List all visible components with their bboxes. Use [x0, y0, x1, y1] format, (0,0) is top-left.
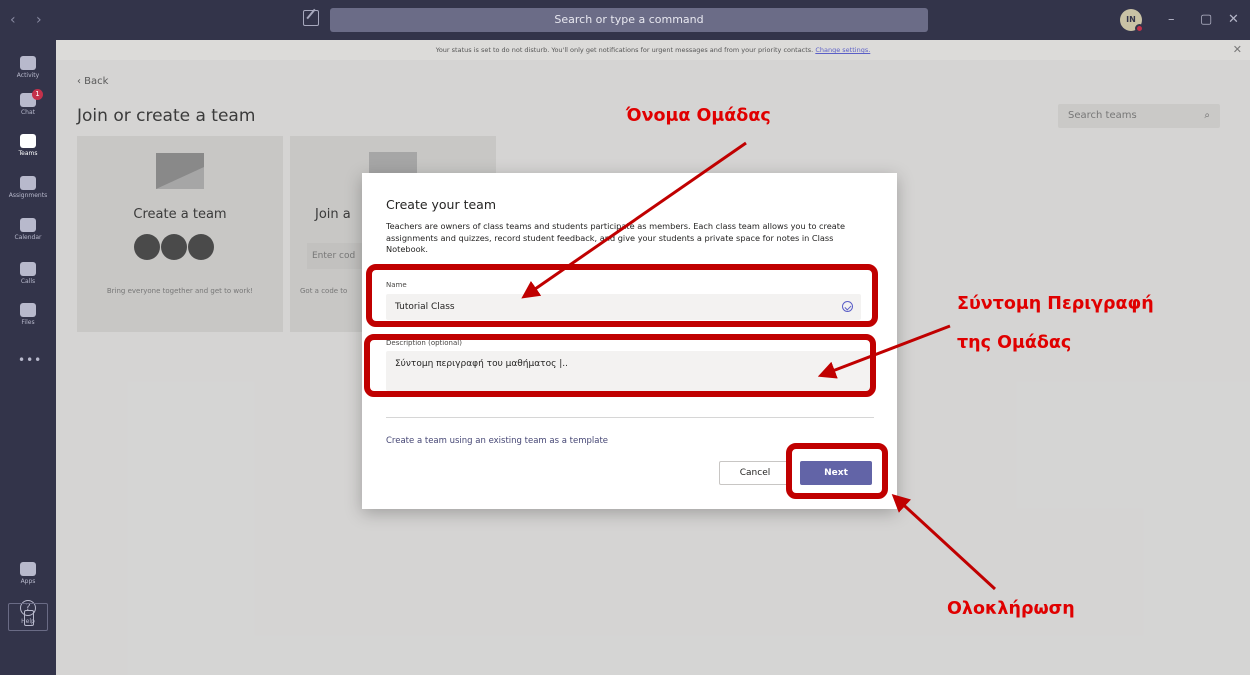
command-search-bar[interactable]: Search or type a command: [330, 8, 928, 32]
rail-label-files: Files: [21, 319, 35, 326]
notice-text: Your status is set to do not disturb. Yo…: [435, 46, 816, 54]
change-settings-link[interactable]: Change settings.: [815, 46, 870, 54]
rail-item-files[interactable]: Files: [0, 303, 56, 326]
title-bar: ‹ › Search or type a command IN – ▢ ✕: [0, 0, 1250, 40]
name-field-highlight: [366, 264, 878, 327]
rail-label-apps: Apps: [20, 578, 36, 585]
dialog-title: Create your team: [386, 197, 497, 212]
rail-label-activity: Activity: [16, 72, 40, 79]
template-link[interactable]: Create a team using an existing team as …: [386, 436, 608, 446]
rail-item-calls[interactable]: Calls: [0, 262, 56, 285]
rail-label-chat: Chat: [20, 109, 36, 116]
rail-item-chat[interactable]: 1 Chat: [0, 89, 56, 116]
rail-item-calendar[interactable]: Calendar: [0, 218, 56, 241]
divider: [386, 417, 874, 418]
calendar-icon: [20, 218, 36, 232]
bell-icon: [20, 56, 36, 70]
rail-label-assignments: Assignments: [8, 192, 48, 199]
minimize-button[interactable]: –: [1168, 12, 1175, 27]
device-icon[interactable]: [8, 603, 48, 631]
more-apps-icon[interactable]: •••: [18, 353, 42, 367]
maximize-button[interactable]: ▢: [1200, 12, 1212, 27]
rail-item-activity[interactable]: Activity: [0, 56, 56, 79]
rail-label-calendar: Calendar: [14, 234, 42, 241]
apps-icon: [20, 562, 36, 576]
cancel-button[interactable]: Cancel: [719, 461, 791, 485]
close-icon[interactable]: ✕: [1233, 40, 1242, 60]
rail-item-assignments[interactable]: Assignments: [0, 176, 56, 199]
chat-badge: 1: [32, 89, 43, 100]
avatar-initials: IN: [1126, 15, 1136, 24]
dnd-notice-bar: Your status is set to do not disturb. Yo…: [56, 40, 1250, 60]
description-field-highlight: [364, 334, 876, 397]
status-dnd-icon: [1135, 24, 1144, 33]
assignments-icon: [20, 176, 36, 190]
rail-item-teams[interactable]: Teams: [0, 134, 56, 157]
compose-icon[interactable]: [303, 10, 319, 26]
annotation-finish: Ολοκλήρωση: [947, 599, 1075, 619]
rail-label-teams: Teams: [18, 150, 38, 157]
rail-item-apps[interactable]: Apps: [0, 562, 56, 585]
annotation-short-desc-line2: της Ομάδας: [957, 333, 1072, 353]
file-icon: [20, 303, 36, 317]
back-forward-arrows[interactable]: ‹ ›: [10, 12, 50, 28]
avatar[interactable]: IN: [1120, 9, 1144, 33]
app-rail: Activity 1 Chat Teams Assignments Calend…: [0, 40, 56, 675]
annotation-team-name: Όνομα Ομάδας: [626, 106, 771, 126]
phone-icon: [20, 262, 36, 276]
annotation-short-desc-line1: Σύντομη Περιγραφή: [957, 294, 1154, 314]
dialog-description: Teachers are owners of class teams and s…: [386, 221, 846, 254]
close-window-button[interactable]: ✕: [1228, 12, 1239, 27]
next-button-highlight: [786, 443, 888, 499]
rail-label-calls: Calls: [20, 278, 36, 285]
teams-icon: [20, 134, 36, 148]
